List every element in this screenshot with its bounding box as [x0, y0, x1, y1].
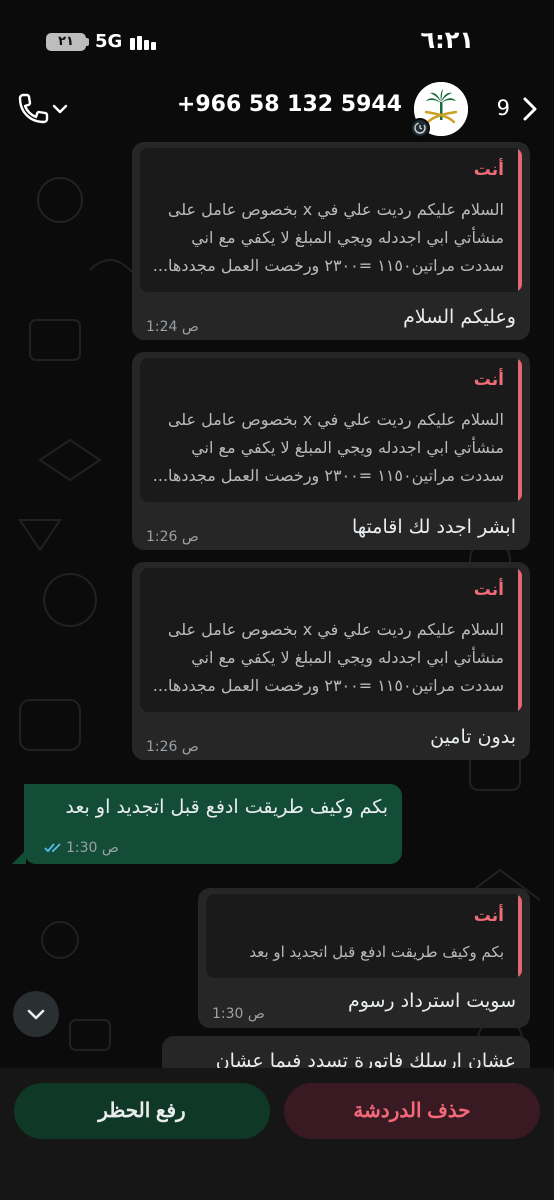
chevron-down-icon: [27, 1009, 45, 1020]
message-bubble-outgoing[interactable]: بكم وكيف طريقت ادفع قبل اتجديد او بعد 1:…: [24, 784, 402, 864]
contact-name[interactable]: +966 58 132 5944: [177, 92, 402, 117]
chat-header: +966 58 132 5944 9: [0, 80, 554, 140]
message-time: 1:26 ص: [146, 529, 199, 545]
signal-icon: [130, 34, 160, 50]
bubble-tail: [12, 850, 26, 864]
phone-icon: [18, 93, 68, 124]
quote-text: السلام عليكم رديت علي في x بخصوص عامل عل…: [152, 200, 504, 275]
message-bubble-incoming[interactable]: أنت السلام عليكم رديت علي في x بخصوص عام…: [132, 142, 530, 340]
read-receipt-icon: [44, 843, 61, 853]
voice-call-button[interactable]: [14, 92, 74, 128]
back-button[interactable]: [520, 96, 540, 122]
quoted-message[interactable]: أنت السلام عليكم رديت علي في x بخصوص عام…: [140, 148, 522, 292]
quoted-message[interactable]: أنت بكم وكيف طريقت ادفع قبل اتجديد او بع…: [206, 894, 522, 978]
quote-author: أنت: [473, 160, 504, 180]
quote-text: السلام عليكم رديت علي في x بخصوص عامل عل…: [152, 410, 504, 485]
battery-indicator: ٢١: [46, 33, 86, 51]
message-time: 1:30 ص: [38, 840, 119, 856]
disappearing-timer-icon: [410, 118, 430, 138]
quote-author: أنت: [473, 906, 504, 926]
contact-avatar[interactable]: [410, 82, 468, 138]
chat-area[interactable]: أنت السلام عليكم رديت علي في x بخصوص عام…: [0, 140, 554, 1068]
message-text: ابشر اجدد لك اقامتها: [352, 516, 516, 538]
delete-chat-button[interactable]: حذف الدردشة: [284, 1083, 540, 1139]
unblock-button[interactable]: رفع الحظر: [14, 1083, 270, 1139]
quoted-message[interactable]: أنت السلام عليكم رديت علي في x بخصوص عام…: [140, 568, 522, 712]
quote-text: السلام عليكم رديت علي في x بخصوص عامل عل…: [152, 620, 504, 695]
network-type: 5G: [95, 31, 123, 52]
message-text: بكم وكيف طريقت ادفع قبل اتجديد او بعد: [65, 796, 388, 818]
message-text: سويت استرداد رسوم: [347, 990, 516, 1012]
blocked-contact-actions: حذف الدردشة رفع الحظر: [0, 1068, 554, 1200]
message-time: 1:24 ص: [146, 319, 199, 335]
scroll-to-bottom-button[interactable]: [13, 991, 59, 1037]
message-time: 1:26 ص: [146, 739, 199, 755]
quote-author: أنت: [473, 370, 504, 390]
chevron-right-icon: [523, 97, 537, 121]
message-bubble-incoming[interactable]: أنت بكم وكيف طريقت ادفع قبل اتجديد او بع…: [198, 888, 530, 1028]
quote-text: بكم وكيف طريقت ادفع قبل اتجديد او بعد: [249, 943, 504, 961]
status-bar: ٢١ 5G ٦:٢١: [0, 0, 554, 80]
message-bubble-incoming[interactable]: أنت السلام عليكم رديت علي في x بخصوص عام…: [132, 562, 530, 760]
message-text: بدون تامين: [430, 726, 516, 748]
battery-tip: [86, 38, 89, 46]
chevron-down-icon: [52, 104, 68, 114]
message-text: وعليكم السلام: [403, 306, 516, 328]
message-bubble-incoming[interactable]: عشان ارسلك فاتورة تسدد فيما عشان: [162, 1036, 530, 1068]
message-time-label: 1:30 ص: [66, 840, 119, 856]
message-time: 1:30 ص: [212, 1006, 265, 1022]
quote-author: أنت: [473, 580, 504, 600]
message-text: عشان ارسلك فاتورة تسدد فيما عشان: [215, 1050, 516, 1068]
status-time: ٦:٢١: [420, 26, 474, 54]
quoted-message[interactable]: أنت السلام عليكم رديت علي في x بخصوص عام…: [140, 358, 522, 502]
message-bubble-incoming[interactable]: أنت السلام عليكم رديت علي في x بخصوص عام…: [132, 352, 530, 550]
unread-count[interactable]: 9: [497, 96, 510, 120]
